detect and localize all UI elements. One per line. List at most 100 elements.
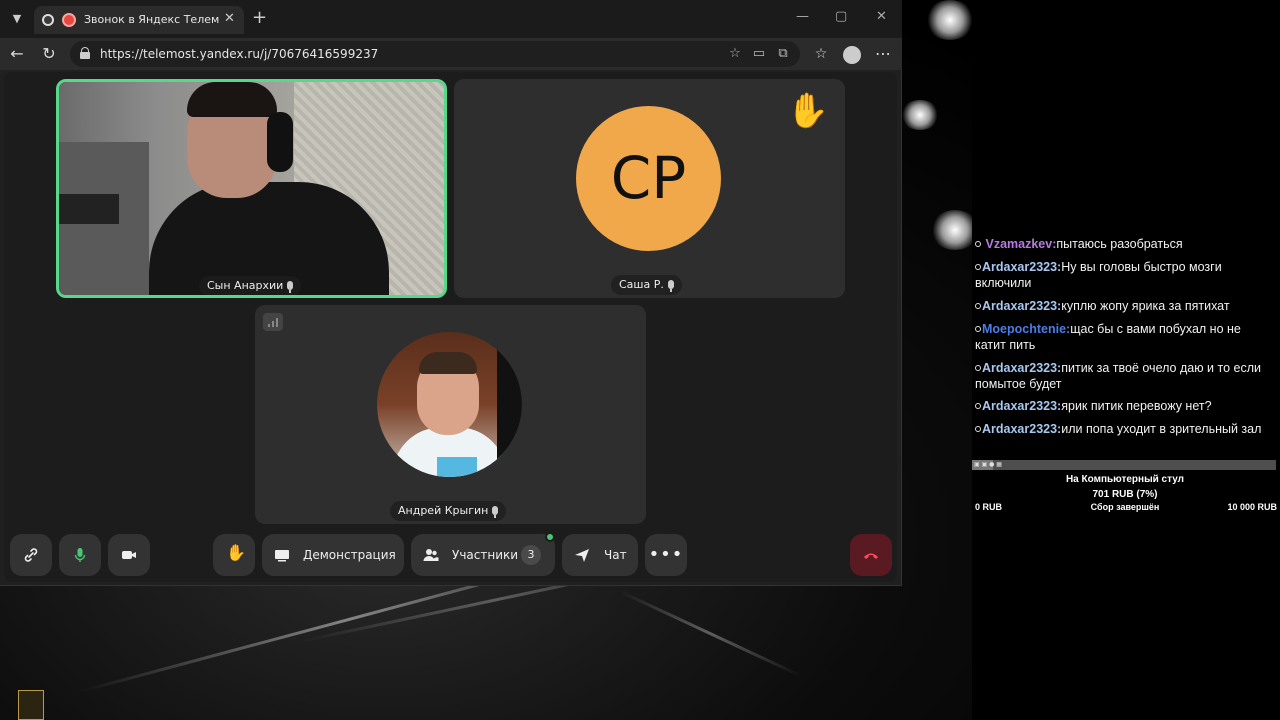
tab-list-button[interactable]: ▼ bbox=[6, 8, 28, 30]
back-arrow-icon[interactable]: ← bbox=[6, 43, 28, 65]
browser-window: ▼ Звонок в Яндекс Телемосте ✕ + — ▢ ✕ ← … bbox=[0, 0, 902, 586]
video-camera-icon bbox=[122, 551, 136, 559]
chat-bullet-icon bbox=[975, 365, 981, 371]
progress-bar-icons: ▣ ▣ ● ▦ bbox=[974, 461, 1002, 468]
chat-message: Moepochtenie:щас бы с вами побухал но не… bbox=[975, 321, 1275, 353]
stream-overlay-panel: Vzamazkev:пытаюсь разобраться Ardaxar232… bbox=[972, 0, 1280, 720]
favorites-icon[interactable]: ☆ bbox=[810, 43, 832, 65]
close-window-button[interactable]: ✕ bbox=[876, 9, 887, 24]
chat-bullet-icon bbox=[975, 326, 981, 332]
camera-video bbox=[59, 82, 444, 295]
chat-username: Moepochtenie: bbox=[982, 322, 1071, 336]
chat-text: или попа уходит в зрительный зал bbox=[1061, 422, 1262, 436]
chat-message: Vzamazkev:пытаюсь разобраться bbox=[975, 236, 1275, 252]
call-area: Сын Анархии СР ✋ Саша Р. Андрей Крыгин ✋… bbox=[4, 72, 897, 582]
participant-name: Сын Анархии bbox=[207, 279, 284, 292]
more-menu-icon[interactable]: ⋯ bbox=[872, 43, 894, 65]
chat-text: ярик питик перевожу нет? bbox=[1061, 399, 1212, 413]
navigation-bar: ← ↻ https://telemost.yandex.ru/j/7067641… bbox=[0, 38, 902, 70]
microphone-icon bbox=[492, 506, 499, 518]
microphone-icon bbox=[287, 281, 294, 293]
chat-text: куплю жопу ярика за пятихат bbox=[1061, 299, 1230, 313]
light-blob bbox=[925, 0, 975, 40]
camera-icon[interactable]: ▭ bbox=[750, 45, 768, 63]
photo-shirt-print bbox=[437, 457, 477, 477]
chat-label: Чат bbox=[604, 548, 627, 562]
copy-link-button[interactable] bbox=[10, 534, 52, 576]
hang-up-phone-icon bbox=[864, 553, 878, 559]
photo-shadow bbox=[497, 332, 522, 477]
close-tab-icon[interactable]: ✕ bbox=[224, 11, 235, 26]
send-icon bbox=[575, 549, 589, 562]
chat-message: Ardaxar2323:ярик питик перевожу нет? bbox=[975, 398, 1275, 414]
participants-button[interactable]: Участники 3 bbox=[411, 534, 555, 576]
screen-share-icon[interactable]: ⧉ bbox=[774, 45, 792, 63]
donation-goal-title: На Компьютерный стул bbox=[1065, 474, 1185, 485]
chat-message: Ardaxar2323:или попа уходит в зрительный… bbox=[975, 421, 1275, 437]
participants-label: Участники bbox=[452, 548, 519, 562]
tab-media-icon bbox=[42, 14, 54, 26]
tab-bar: ▼ Звонок в Яндекс Телемосте ✕ + — ▢ ✕ bbox=[0, 0, 902, 38]
participant-tile-photo[interactable]: Андрей Крыгин bbox=[255, 305, 646, 524]
new-tab-button[interactable]: + bbox=[252, 8, 267, 28]
tab-title: Звонок в Яндекс Телемосте bbox=[84, 13, 219, 26]
chat-message: Ardaxar2323:Ну вы головы быстро мозги вк… bbox=[975, 259, 1275, 291]
chat-username: Ardaxar2323: bbox=[982, 260, 1062, 274]
minimize-button[interactable]: — bbox=[796, 9, 809, 24]
screen-share-button[interactable]: Демонстрация bbox=[262, 534, 404, 576]
chat-message: Ardaxar2323:куплю жопу ярика за пятихат bbox=[975, 298, 1275, 314]
hand-icon: ✋ bbox=[226, 543, 246, 562]
participant-tile-avatar[interactable]: СР ✋ Саша Р. bbox=[454, 79, 845, 298]
chat-username: Ardaxar2323: bbox=[982, 399, 1062, 413]
connection-signal-icon bbox=[263, 313, 283, 331]
participant-tile-video[interactable]: Сын Анархии bbox=[56, 79, 447, 298]
chat-username: Ardaxar2323: bbox=[982, 299, 1062, 313]
raised-hand-icon: ✋ bbox=[786, 91, 829, 131]
light-blob bbox=[900, 100, 940, 130]
address-bar[interactable]: https://telemost.yandex.ru/j/70676416599… bbox=[70, 41, 800, 67]
chat-username: Ardaxar2323: bbox=[982, 422, 1062, 436]
raise-hand-button[interactable]: ✋ bbox=[213, 534, 255, 576]
record-icon bbox=[62, 13, 76, 27]
tab-telemost[interactable]: Звонок в Яндекс Телемосте ✕ bbox=[34, 6, 244, 34]
chat-bullet-icon bbox=[975, 264, 981, 270]
hang-up-button[interactable] bbox=[850, 534, 892, 576]
profile-avatar-icon[interactable] bbox=[841, 43, 863, 65]
screen-share-label: Демонстрация bbox=[303, 548, 396, 562]
favorite-star-icon[interactable]: ☆ bbox=[726, 45, 744, 63]
screen-share-icon bbox=[275, 550, 289, 562]
microphone-icon bbox=[74, 548, 86, 562]
donation-progress-bar: ▣ ▣ ● ▦ bbox=[972, 460, 1276, 470]
participant-name-label: Саша Р. bbox=[611, 275, 682, 295]
more-dots-icon: ••• bbox=[648, 544, 684, 565]
link-icon bbox=[24, 548, 38, 562]
chat-bullet-icon bbox=[975, 241, 981, 247]
video-person-hair bbox=[187, 82, 277, 117]
refresh-icon[interactable]: ↻ bbox=[38, 43, 60, 65]
microphone-icon bbox=[667, 280, 674, 292]
chat-username: Ardaxar2323: bbox=[982, 361, 1062, 375]
chat-button[interactable]: Чат bbox=[562, 534, 638, 576]
participant-name: Саша Р. bbox=[619, 278, 664, 291]
chat-message: Ardaxar2323:питик за твоё очело даю и то… bbox=[975, 360, 1275, 392]
stream-chat: Vzamazkev:пытаюсь разобраться Ardaxar232… bbox=[972, 236, 1278, 456]
chat-text: пытаюсь разобраться bbox=[1056, 237, 1183, 251]
participant-name-label: Сын Анархии bbox=[199, 276, 302, 295]
camera-button[interactable] bbox=[108, 534, 150, 576]
corner-emblem bbox=[18, 690, 44, 720]
light-streak bbox=[619, 590, 802, 678]
donation-goal-max: 10 000 RUB bbox=[1227, 502, 1277, 512]
donation-goal-amount: 701 RUB (7%) bbox=[1092, 489, 1158, 500]
avatar-initials: СР bbox=[576, 106, 721, 251]
chat-username: Vzamazkev: bbox=[985, 237, 1057, 251]
chat-bullet-icon bbox=[975, 303, 981, 309]
avatar-photo bbox=[377, 332, 522, 477]
maximize-button[interactable]: ▢ bbox=[835, 9, 847, 24]
more-options-button[interactable]: ••• bbox=[645, 534, 687, 576]
status-dot bbox=[545, 532, 555, 542]
people-icon bbox=[423, 549, 439, 561]
url-text: https://telemost.yandex.ru/j/70676416599… bbox=[100, 47, 379, 61]
participant-name: Андрей Крыгин bbox=[398, 504, 489, 517]
microphone-button[interactable] bbox=[59, 534, 101, 576]
participant-name-label: Андрей Крыгин bbox=[390, 501, 507, 521]
